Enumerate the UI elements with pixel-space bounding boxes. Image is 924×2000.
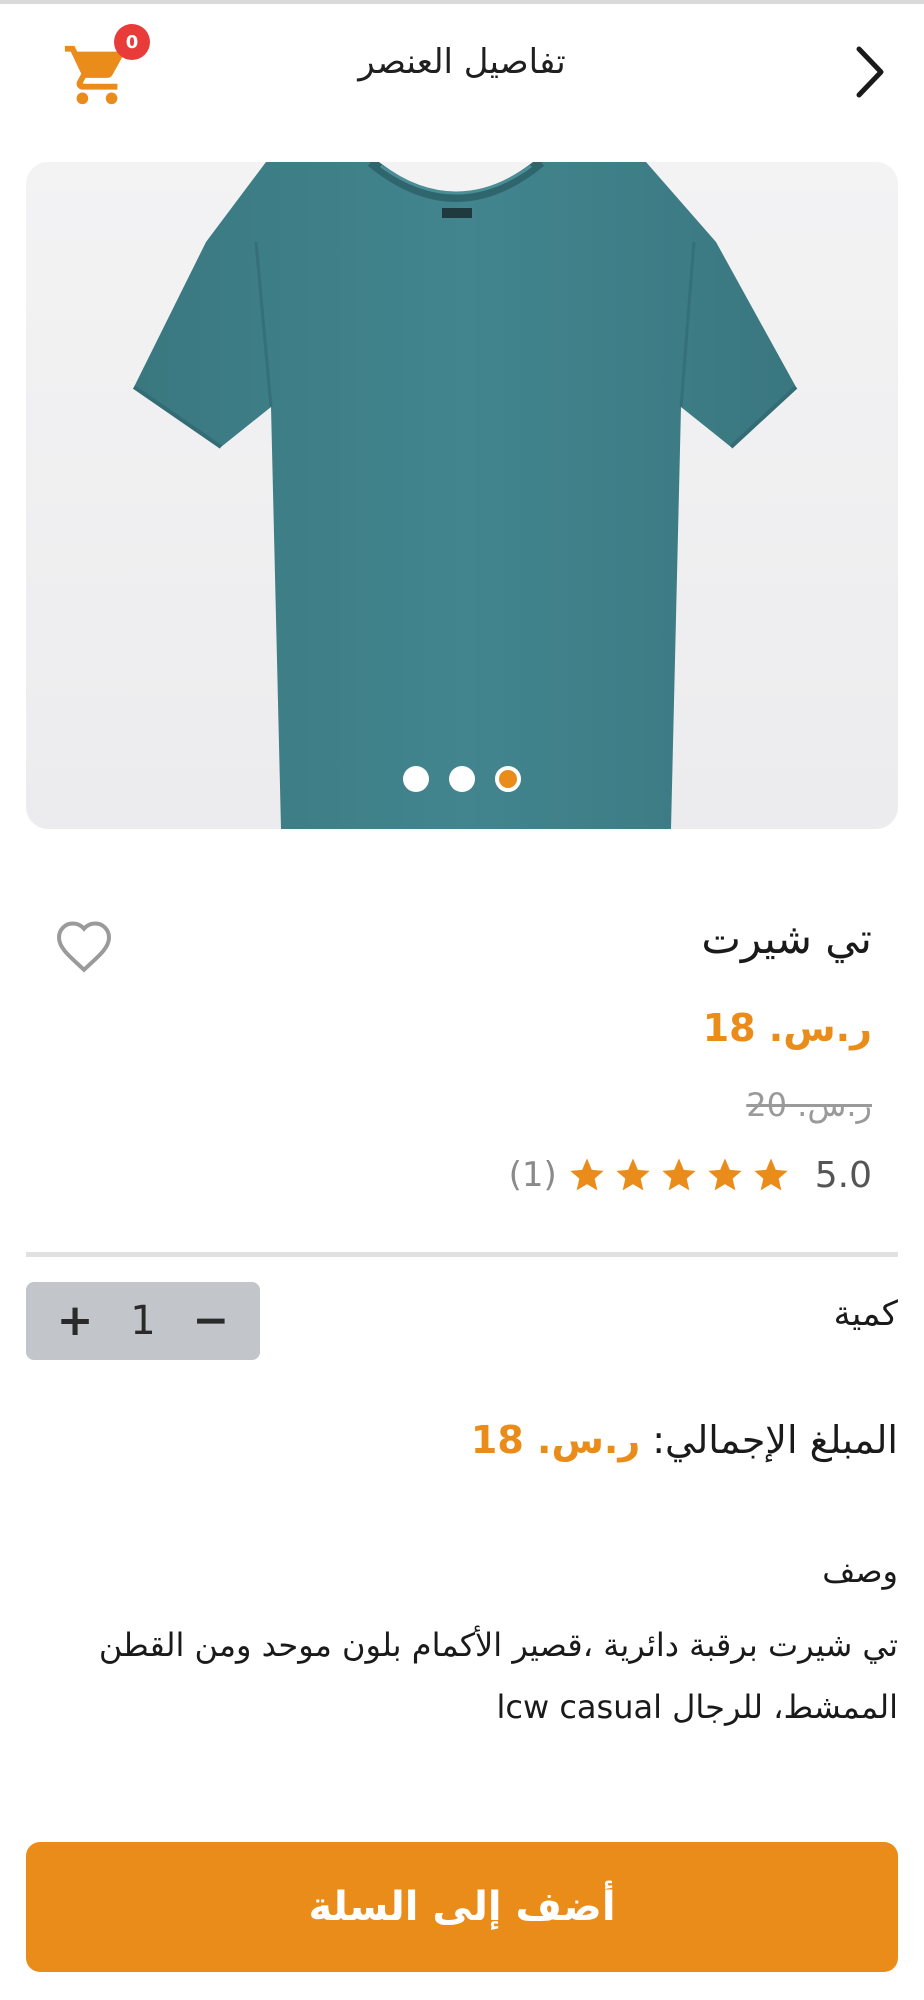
rating-count: (1) bbox=[508, 1155, 557, 1195]
description-text: تي شيرت برقبة دائرية ،قصير الأكمام بلون … bbox=[98, 1626, 898, 1726]
back-button[interactable] bbox=[844, 42, 896, 102]
rating-value: 5.0 bbox=[814, 1154, 872, 1196]
carousel-dot-1[interactable] bbox=[403, 766, 429, 792]
quantity-stepper: + 1 − bbox=[26, 1282, 260, 1360]
heart-outline-icon bbox=[56, 921, 112, 973]
section-divider bbox=[26, 1252, 898, 1257]
star-icon bbox=[754, 1158, 788, 1191]
description-title: وصف bbox=[822, 1552, 898, 1590]
current-price: ر.س. 18 bbox=[702, 1006, 872, 1050]
carousel-dot-2[interactable] bbox=[449, 766, 475, 792]
increment-button[interactable]: + bbox=[52, 1298, 98, 1344]
rating-row: (1) 5.0 bbox=[509, 1150, 872, 1200]
total-value: ر.س. 18 bbox=[470, 1418, 641, 1462]
total-row: المبلغ الإجمالي: ر.س. 18 bbox=[471, 1418, 898, 1462]
star-icon bbox=[570, 1158, 604, 1191]
carousel-dots bbox=[26, 766, 898, 792]
decrement-button[interactable]: − bbox=[188, 1298, 234, 1344]
rating-stars bbox=[567, 1155, 791, 1195]
original-price: ر.س. 20 bbox=[746, 1086, 872, 1124]
star-icon bbox=[616, 1158, 650, 1191]
page-title: تفاصيل العنصر bbox=[358, 42, 566, 82]
quantity-label: كمية bbox=[833, 1294, 898, 1334]
total-label: المبلغ الإجمالي: bbox=[652, 1418, 898, 1462]
star-icon bbox=[662, 1158, 696, 1191]
add-to-cart-button[interactable]: أضف إلى السلة bbox=[26, 1842, 898, 1972]
carousel-dot-3-active[interactable] bbox=[495, 766, 521, 792]
app-header: 0 تفاصيل العنصر bbox=[0, 4, 924, 130]
quantity-value: 1 bbox=[130, 1298, 156, 1344]
favorite-button[interactable] bbox=[54, 918, 114, 974]
product-name: تي شيرت bbox=[701, 914, 872, 963]
chevron-right-icon bbox=[856, 46, 884, 98]
star-icon bbox=[708, 1158, 742, 1191]
product-image-carousel[interactable] bbox=[26, 162, 898, 829]
product-photo bbox=[132, 162, 798, 829]
